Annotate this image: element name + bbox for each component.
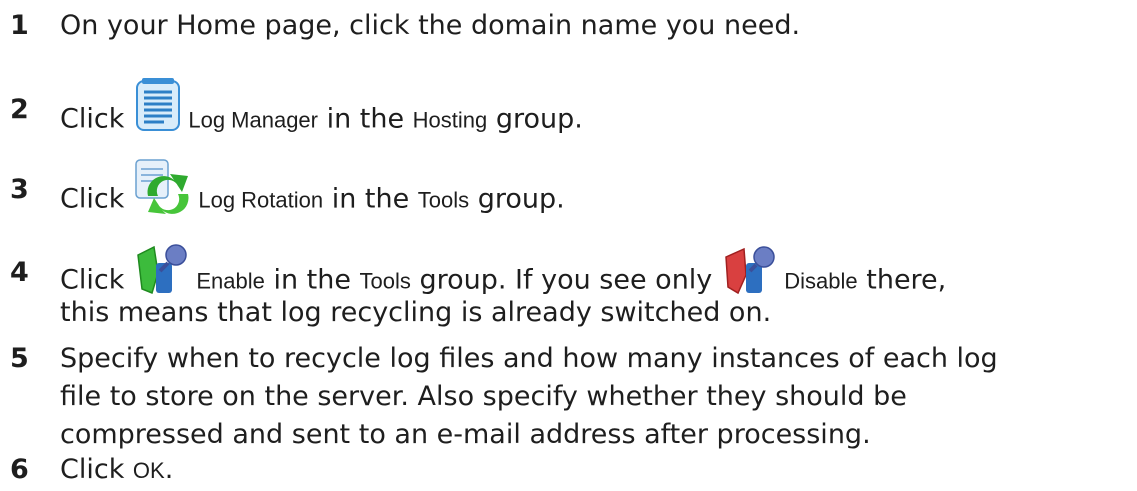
step-number: 6 — [10, 454, 29, 485]
click-word: Click — [60, 264, 125, 296]
hosting-group-label: Hosting — [412, 107, 488, 133]
step-text-part: in the — [318, 103, 413, 135]
log-manager-icon — [134, 76, 182, 132]
step-number: 3 — [10, 174, 29, 205]
step-text-part: in the — [323, 183, 418, 215]
click-word: Click — [60, 454, 133, 485]
disable-icon — [722, 243, 778, 295]
log-rotation-label: Log Rotation — [198, 187, 324, 213]
step-4: 4 Click Enable in the Tools group. If yo… — [10, 244, 1125, 335]
enable-icon — [134, 243, 190, 295]
step-number: 4 — [10, 257, 29, 288]
step-text: On your Home page, click the domain name… — [60, 10, 801, 41]
click-word: Click — [60, 103, 125, 135]
step-text-part: group. — [487, 103, 583, 135]
step-text-part: . — [164, 454, 174, 485]
step-text-line-3: compressed and sent to an e-mail address… — [60, 419, 871, 450]
step-text: Click OK. — [60, 452, 173, 489]
step-number: 5 — [10, 343, 29, 374]
enable-label: Enable — [196, 268, 265, 294]
instruction-steps: 1 On your Home page, click the domain na… — [0, 0, 1137, 491]
step-text-part: there, — [857, 264, 947, 296]
log-manager-label: Log Manager — [188, 107, 318, 133]
step-5: 5 Specify when to recycle log files and … — [10, 341, 1125, 451]
disable-label: Disable — [784, 268, 858, 294]
step-number: 1 — [10, 10, 29, 41]
step-text-continuation: this means that log recycling is already… — [60, 297, 772, 328]
click-word: Click — [60, 183, 125, 215]
tools-group-label: Tools — [359, 268, 411, 294]
ok-label: OK — [132, 458, 165, 483]
tools-group-label: Tools — [417, 187, 470, 213]
step-text-part: in the — [264, 264, 360, 296]
step-number: 2 — [10, 94, 29, 125]
step-text-line-2: file to store on the server. Also specif… — [60, 381, 907, 412]
log-rotation-icon — [134, 158, 192, 214]
step-text-part: group. — [469, 183, 565, 215]
step-text-line-1: Specify when to recycle log files and ho… — [60, 343, 998, 374]
step-text: Click Log Manager in the Hosting group. — [60, 78, 583, 148]
step-text-part: group. If you see only — [410, 264, 713, 296]
step-text: Click Log Rotation in the Tools group. — [60, 159, 565, 228]
